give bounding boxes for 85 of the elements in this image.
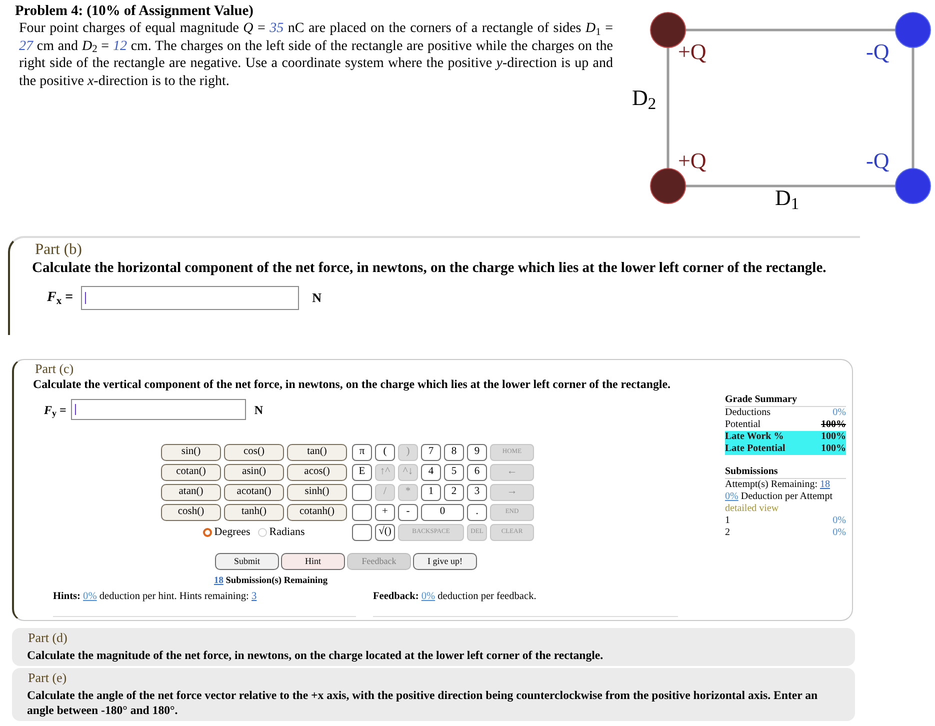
charge-label: +Q <box>678 41 706 63</box>
function-key[interactable]: cotan() <box>161 464 221 481</box>
submissions-count-link[interactable]: 18 <box>214 576 224 586</box>
calculator-key[interactable]: 5 <box>444 464 464 481</box>
grade-value: 100% <box>821 443 846 455</box>
answer-label: F$_{x}$ = <box>47 290 74 306</box>
calculator-key[interactable]: π <box>352 444 372 461</box>
question-text: Calculate the angle of the net force vector relative to the +x axis, with the positive direction being counterclockwise from the positive horizontal axis. Enter an angle between -180° and 180°. <box>27 688 819 718</box>
hints-info: Hints: 0% deduction per hint. Hints remaining: 3 <box>53 591 258 603</box>
calculator-key[interactable]: 4 <box>421 464 441 481</box>
function-key[interactable]: cotanh() <box>287 504 347 521</box>
submissions-remaining-text: 18 Submission(s) Remaining <box>214 575 329 587</box>
answer-field[interactable] <box>71 399 246 420</box>
answer-field[interactable] <box>81 286 300 310</box>
grade-label: Late Work % <box>725 431 784 443</box>
charge-label: -Q <box>866 41 890 63</box>
calculator-key[interactable]: 0 <box>421 504 464 521</box>
negative-charge <box>895 168 931 204</box>
calculator-key[interactable]: 1 <box>421 484 441 501</box>
blank-key[interactable] <box>352 524 372 541</box>
part-title: Part (c) <box>35 362 75 375</box>
attempt-deduction-text: 0% Deduction per Attempt <box>725 491 834 503</box>
grade-label: Potential <box>725 419 761 431</box>
problem-statement: Four point charges of equal magnitude Q = 35 nC are placed on the corners of a rectangle of sides D$_{1}$ = 27 cm and D$_{2}$ = 12 cm. The charges on the left side of the rectangle are positive while the charges on the right side of the rectangle are negative. Use a coordinate system where the positive y-direction is up and the positive x-direction is to the right. <box>19 20 613 91</box>
radio-option[interactable]: Degrees <box>203 527 250 538</box>
text-cursor-icon <box>75 404 76 415</box>
calculator-key[interactable]: + <box>375 504 395 521</box>
side-length-label: D$_{2}$ <box>632 87 656 109</box>
function-key[interactable]: acos() <box>287 464 347 481</box>
function-key[interactable]: cosh() <box>161 504 221 521</box>
attempt-number: 1 <box>725 515 730 527</box>
problem-title: Problem 4: (10% of Assignment Value) <box>15 3 254 20</box>
function-key[interactable]: acotan() <box>224 484 284 501</box>
side-length-label: D$_{1}$ <box>775 187 800 209</box>
radio-button-icon[interactable] <box>203 528 212 537</box>
calculator-key[interactable]: . <box>467 504 487 521</box>
attempt-deduction: 0% <box>832 527 846 539</box>
blank-key[interactable] <box>352 484 372 501</box>
attempt-deduction: 0% <box>832 515 846 527</box>
function-key[interactable]: asin() <box>224 464 284 481</box>
calculator-key[interactable]: √() <box>375 524 395 541</box>
part-title: Part (b) <box>35 241 83 258</box>
question-text: Calculate the magnitude of the net force, in newtons, on the charge located at the lower left corner of the rectangle. <box>27 648 604 663</box>
calculator-key[interactable]: 6 <box>467 464 487 481</box>
function-key[interactable]: sin() <box>161 444 221 461</box>
part-title: Part (e) <box>28 671 68 685</box>
calculator-key[interactable]: 3 <box>467 484 487 501</box>
radio-option[interactable]: Radians <box>258 527 305 538</box>
attempts-remaining-link[interactable]: 18 <box>820 479 830 490</box>
action-button[interactable]: Submit <box>215 553 279 570</box>
calculator-key[interactable]: ( <box>375 444 395 461</box>
answer-label: F$_{y}$ = <box>44 402 66 416</box>
question-text: Calculate the horizontal component of the net force, in newtons, on the charge which lies at the lower left corner of the rectangle. <box>32 260 828 277</box>
action-button[interactable]: I give up! <box>413 553 477 570</box>
calculator-key[interactable]: 8 <box>444 444 464 461</box>
grade-value: 100% <box>821 419 846 431</box>
unit-label: N <box>312 289 322 308</box>
calculator-key[interactable]: E <box>352 464 372 481</box>
action-button[interactable]: Hint <box>281 553 345 570</box>
grade-label: Late Potential <box>725 443 786 455</box>
question-text: Calculate the vertical component of the net force, in newtons, on the charge which lies at the lower left corner of the rectangle. <box>33 377 672 391</box>
feedback-info: Feedback: 0% deduction per feedback. <box>373 591 538 603</box>
grade-summary-heading: Grade Summary <box>725 394 798 406</box>
calculator-key[interactable]: 7 <box>421 444 441 461</box>
part-title: Part (d) <box>28 631 68 645</box>
submissions-heading: Submissions <box>725 466 779 478</box>
charge-label: -Q <box>866 150 890 172</box>
function-key[interactable]: sinh() <box>287 484 347 501</box>
attempts-remaining-text: Attempt(s) Remaining: 18 <box>725 479 831 491</box>
attempt-number: 2 <box>725 527 730 539</box>
grade-value: 100% <box>821 431 846 443</box>
function-key[interactable]: tanh() <box>224 504 284 521</box>
unit-label: N <box>254 402 264 418</box>
charge-label: +Q <box>678 150 706 172</box>
hints-remaining-link[interactable]: 3 <box>252 591 257 602</box>
grade-label: Deductions <box>725 407 771 419</box>
function-key[interactable]: cos() <box>224 444 284 461</box>
negative-charge <box>895 12 931 48</box>
calculator-key[interactable]: - <box>398 504 418 521</box>
calculator-key[interactable]: 2 <box>444 484 464 501</box>
function-key[interactable]: tan() <box>287 444 347 461</box>
function-key[interactable]: atan() <box>161 484 221 501</box>
calculator-key[interactable]: 9 <box>467 444 487 461</box>
text-cursor-icon <box>85 292 86 304</box>
blank-key[interactable] <box>352 504 372 521</box>
